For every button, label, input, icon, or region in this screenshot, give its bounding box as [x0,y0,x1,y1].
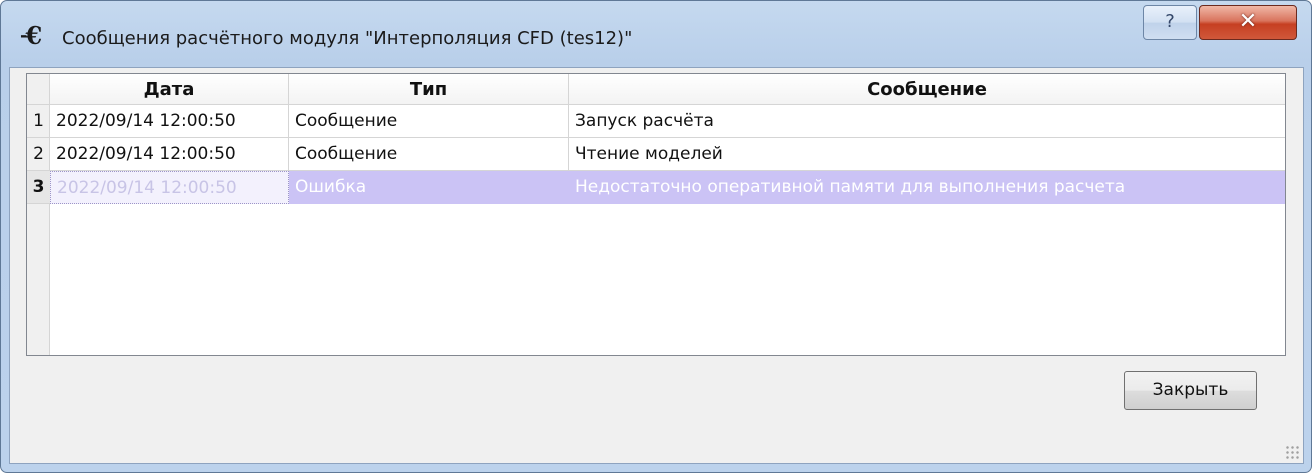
column-header-date[interactable]: Дата [50,74,289,105]
cell-type[interactable]: Сообщение [289,138,569,171]
help-button[interactable]: ? [1143,5,1197,40]
app-icon: -€ [20,21,43,50]
cell-date[interactable]: 2022/09/14 12:00:50 [50,105,289,138]
close-button[interactable]: Закрыть [1124,371,1257,410]
close-icon: ✕ [1238,9,1258,34]
cell-type[interactable]: Ошибка [289,171,569,204]
window-title: Сообщения расчётного модуля "Интерполяци… [62,28,633,49]
cell-date[interactable]: 2022/09/14 12:00:50 [50,138,289,171]
cell-message[interactable]: Запуск расчёта [569,105,1285,138]
column-header-message[interactable]: Сообщение [569,74,1285,105]
table-corner[interactable] [27,74,50,105]
row-number[interactable]: 1 [27,105,50,138]
question-icon: ? [1165,11,1175,32]
window-close-button[interactable]: ✕ [1199,5,1297,40]
messages-dialog: -€ Сообщения расчётного модуля "Интерпол… [0,0,1312,473]
title-bar[interactable]: -€ Сообщения расчётного модуля "Интерпол… [1,1,1311,67]
cell-date[interactable]: 2022/09/14 12:00:50 [50,171,289,204]
column-header-type[interactable]: Тип [289,74,569,105]
dialog-body: Дата Тип Сообщение 1 2 3 2022/09/14 12:0… [9,67,1304,464]
cell-type[interactable]: Сообщение [289,105,569,138]
cell-message[interactable]: Недостаточно оперативной памяти для выпо… [569,171,1285,204]
resize-grip-icon[interactable] [1285,445,1299,459]
cell-message[interactable]: Чтение моделей [569,138,1285,171]
row-header-column: 1 2 3 [27,105,50,355]
messages-table[interactable]: Дата Тип Сообщение 1 2 3 2022/09/14 12:0… [26,73,1286,356]
row-number-selected[interactable]: 3 [27,171,50,204]
row-number[interactable]: 2 [27,138,50,171]
